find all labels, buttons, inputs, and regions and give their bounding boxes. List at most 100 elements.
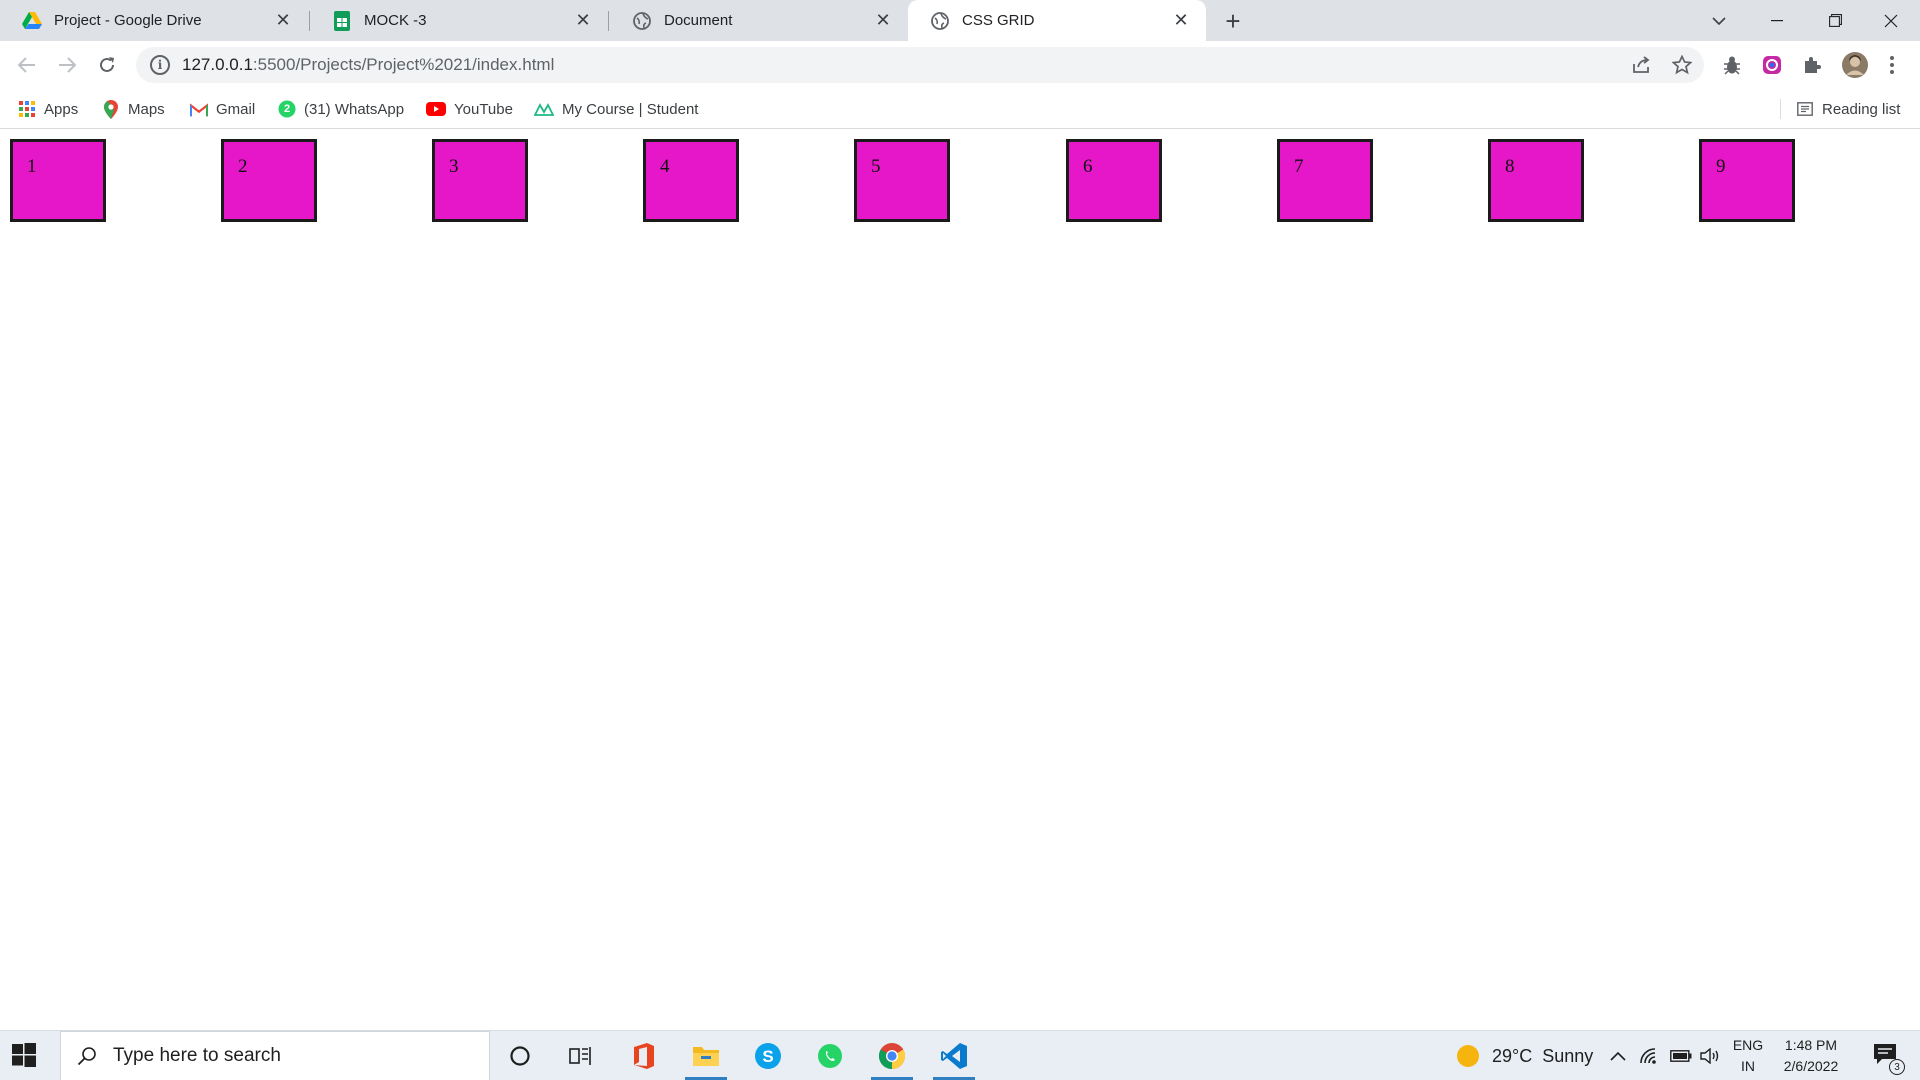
grid-item-6: 6: [1066, 139, 1162, 222]
tab-title: CSS GRID: [962, 12, 1035, 29]
bookmark-apps[interactable]: Apps: [18, 97, 78, 121]
grid-item-number: 2: [238, 156, 248, 177]
svg-text:S: S: [762, 1047, 773, 1066]
chrome-icon[interactable]: [867, 1036, 917, 1080]
weather-widget[interactable]: 29°C Sunny: [1456, 1031, 1593, 1080]
restore-button[interactable]: [1806, 0, 1864, 41]
grid-item-number: 8: [1505, 156, 1515, 177]
grid-item-number: 5: [871, 156, 881, 177]
bookmark-label: Apps: [44, 100, 79, 118]
minimize-button[interactable]: [1748, 0, 1806, 41]
tab-separator: [608, 11, 609, 31]
whatsapp-app-icon[interactable]: [805, 1036, 855, 1076]
grid-item-5: 5: [854, 139, 950, 222]
notification-icon: 3: [1873, 1043, 1905, 1075]
notifications-button[interactable]: 3: [1866, 1031, 1906, 1080]
back-arrow-icon: [18, 57, 35, 73]
vscode-icon[interactable]: [929, 1036, 979, 1080]
grid-item-number: 6: [1083, 156, 1093, 177]
windows-taskbar: Type here to search S 29°C Sunny ENG IN …: [0, 1030, 1920, 1080]
tab-search-chevron-icon[interactable]: [1690, 0, 1748, 41]
wifi-icon[interactable]: [1640, 1031, 1660, 1080]
google-drive-icon: [22, 11, 42, 31]
site-info-icon[interactable]: i: [150, 55, 170, 75]
tab-google-drive[interactable]: Project - Google Drive ✕: [0, 0, 308, 41]
grid-item-number: 1: [27, 156, 37, 177]
close-icon[interactable]: ✕: [872, 10, 894, 32]
tab-document[interactable]: Document ✕: [610, 0, 908, 41]
battery-icon[interactable]: [1670, 1031, 1692, 1080]
show-hidden-icons-chevron-icon[interactable]: [1610, 1031, 1626, 1080]
office-icon[interactable]: [619, 1036, 669, 1076]
apps-grid-icon: [18, 100, 36, 118]
menu-kebab-icon[interactable]: [1880, 53, 1904, 77]
grid-item-1: 1: [10, 139, 106, 222]
course-logo-icon: [534, 100, 554, 118]
share-icon[interactable]: [1630, 53, 1654, 77]
extensions-puzzle-icon[interactable]: [1800, 53, 1824, 77]
file-explorer-icon[interactable]: [681, 1036, 731, 1080]
grid-item-number: 4: [660, 156, 670, 177]
globe-icon: [632, 11, 652, 31]
grid-item-9: 9: [1699, 139, 1795, 222]
sun-icon: [1457, 1045, 1479, 1067]
volume-icon[interactable]: [1700, 1031, 1720, 1080]
globe-icon: [930, 11, 950, 31]
bookmark-gmail[interactable]: Gmail: [190, 97, 255, 121]
bookmark-youtube[interactable]: YouTube: [426, 97, 513, 121]
reading-list-icon: [1796, 100, 1814, 118]
bookmark-star-icon[interactable]: [1670, 53, 1694, 77]
google-sheets-icon: [332, 10, 352, 31]
bookmark-label: YouTube: [454, 100, 513, 118]
maps-pin-icon: [102, 99, 120, 119]
bookmark-maps[interactable]: Maps: [102, 97, 165, 121]
forward-button[interactable]: [50, 48, 84, 82]
reading-list-label: Reading list: [1822, 100, 1901, 118]
bookmark-label: My Course | Student: [562, 100, 699, 118]
notification-badge: 2: [283, 103, 291, 115]
browser-toolbar: i 127.0.0.1:5500/Projects/Project%2021/i…: [0, 41, 1920, 89]
tab-title: Document: [664, 12, 733, 29]
reload-icon: [100, 57, 114, 72]
tab-css-grid[interactable]: CSS GRID ✕: [908, 0, 1206, 41]
reading-list-button[interactable]: Reading list: [1796, 97, 1900, 121]
reload-button[interactable]: [90, 48, 124, 82]
close-window-button[interactable]: [1862, 0, 1920, 41]
bookmark-whatsapp[interactable]: 2 (31) WhatsApp: [278, 97, 404, 121]
url-text: 127.0.0.1:5500/Projects/Project%2021/ind…: [182, 55, 555, 74]
taskbar-search-input[interactable]: Type here to search: [60, 1031, 490, 1080]
bookmark-label: Maps: [128, 100, 165, 118]
clock[interactable]: 1:48 PM 2/6/2022: [1766, 1035, 1856, 1077]
cortana-icon[interactable]: [495, 1036, 545, 1076]
language-indicator[interactable]: ENG IN: [1728, 1035, 1768, 1077]
youtube-icon: [426, 100, 446, 118]
search-icon: [75, 1044, 99, 1068]
new-tab-button[interactable]: +: [1218, 6, 1248, 36]
skype-icon[interactable]: S: [743, 1036, 793, 1076]
tab-mock-3[interactable]: MOCK -3 ✕: [310, 0, 608, 41]
grid-item-4: 4: [643, 139, 739, 222]
forward-arrow-icon: [59, 57, 76, 73]
extension-camera-icon[interactable]: [1760, 53, 1784, 77]
close-icon[interactable]: ✕: [572, 10, 594, 32]
grid-item-number: 7: [1294, 156, 1304, 177]
close-icon[interactable]: ✕: [272, 10, 294, 32]
search-placeholder: Type here to search: [113, 1045, 281, 1066]
back-button[interactable]: [10, 48, 44, 82]
close-icon[interactable]: ✕: [1170, 10, 1192, 32]
grid-item-7: 7: [1277, 139, 1373, 222]
grid-item-8: 8: [1488, 139, 1584, 222]
task-view-icon[interactable]: [555, 1036, 605, 1076]
gmail-icon: [190, 100, 208, 118]
extension-bug-icon[interactable]: [1720, 53, 1744, 77]
bookmark-my-course[interactable]: My Course | Student: [534, 97, 698, 121]
profile-avatar[interactable]: [1840, 50, 1870, 80]
address-bar[interactable]: i 127.0.0.1:5500/Projects/Project%2021/i…: [136, 47, 1704, 83]
windows-start-icon[interactable]: [12, 1043, 38, 1069]
bookmarks-bar: Apps Maps Gmail 2 (31) WhatsApp YouTube …: [0, 89, 1920, 129]
grid-item-3: 3: [432, 139, 528, 222]
tab-title: MOCK -3: [364, 12, 427, 29]
grid-item-number: 3: [449, 156, 459, 177]
grid-item-2: 2: [221, 139, 317, 222]
clock-date: 2/6/2022: [1783, 1058, 1839, 1074]
